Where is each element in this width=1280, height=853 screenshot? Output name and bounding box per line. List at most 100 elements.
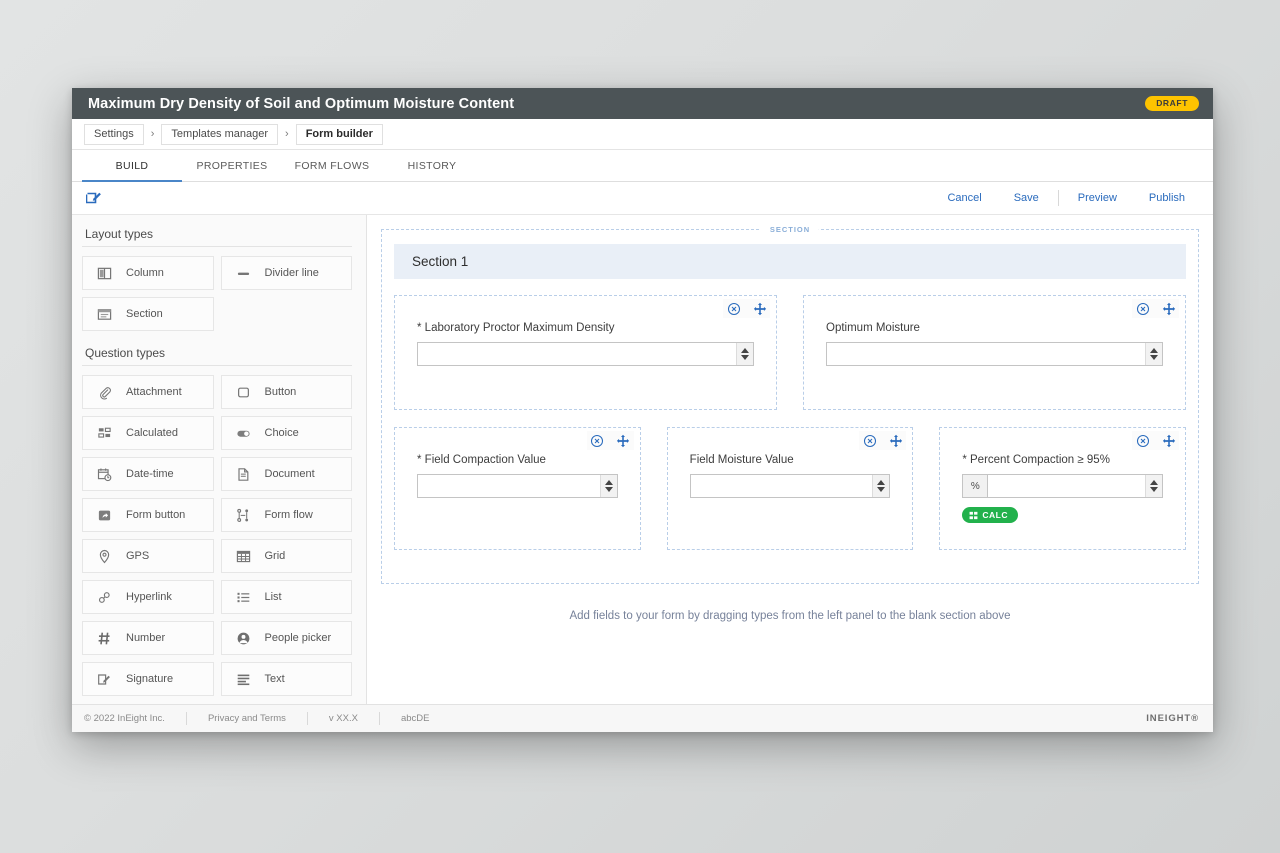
remove-circle-x-icon[interactable] [726,301,741,316]
save-button[interactable]: Save [998,192,1055,204]
number-spinner[interactable] [1145,343,1162,365]
palette-item-label: Calculated [126,427,178,439]
remove-circle-x-icon[interactable] [590,433,605,448]
remove-circle-x-icon[interactable] [1135,433,1150,448]
field-input[interactable] [690,475,873,497]
person-circle-icon [235,630,252,647]
field-input[interactable] [418,343,736,365]
drop-hint-text: Add fields to your form by dragging type… [569,609,1011,622]
publish-button[interactable]: Publish [1133,192,1201,204]
move-arrows-icon[interactable] [752,301,767,316]
spinner-up-icon[interactable] [604,480,613,485]
calc-badge[interactable]: CALC [962,507,1018,523]
field-input[interactable] [988,475,1146,497]
palette-item-label: Section [126,308,163,320]
edit-pencil-square-icon[interactable] [84,188,104,208]
palette-item-list[interactable]: List [220,580,352,614]
move-arrows-icon[interactable] [1161,433,1176,448]
form-section[interactable]: SECTION Section 1 * Laboratory Proctor M… [381,223,1199,584]
field-input-shell[interactable] [826,342,1163,366]
palette-item-label: Number [126,632,166,644]
field-input-shell[interactable] [417,342,754,366]
palette-item-section[interactable]: Section [82,297,214,331]
field-input-shell[interactable] [417,474,618,498]
preview-button[interactable]: Preview [1062,192,1133,204]
number-spinner[interactable] [872,475,890,497]
palette-item-button[interactable]: Button [220,375,352,409]
palette-item-label: Signature [126,673,174,685]
spinner-down-icon[interactable] [1150,487,1159,492]
palette-item-label: Button [264,386,297,398]
palette-item-document[interactable]: Document [220,457,352,491]
palette-item-signature[interactable]: Signature [82,662,214,696]
palette-item-number[interactable]: Number [82,621,214,655]
form-canvas[interactable]: SECTION Section 1 * Laboratory Proctor M… [367,215,1213,704]
tab-build[interactable]: BUILD [82,150,182,182]
move-arrows-icon[interactable] [888,433,903,448]
field-card-percent-compaction[interactable]: * Percent Compaction ≥ 95% % CALC [939,427,1187,550]
palette-item-gps[interactable]: GPS [82,539,214,573]
rounded-square-icon [235,384,252,401]
field-input-shell[interactable] [689,474,891,498]
spinner-down-icon[interactable] [1150,355,1158,360]
palette-item-label: Attachment [126,386,182,398]
field-input[interactable] [418,475,600,497]
field-input[interactable] [827,343,1145,365]
tab-properties[interactable]: PROPERTIES [182,150,282,181]
palette-item-form-button[interactable]: Form button [82,498,214,532]
palette-item-calculated[interactable]: Calculated [82,416,214,450]
footer-copyright: © 2022 InEight Inc. [84,713,165,724]
field-label: Field Moisture Value [689,454,794,466]
field-input-shell[interactable]: % [962,474,1164,498]
number-spinner[interactable] [1145,475,1163,497]
spinner-down-icon[interactable] [604,487,613,492]
remove-circle-x-icon[interactable] [1135,301,1150,316]
footer-brand-logo: INEIGHT® [1146,713,1199,724]
spinner-down-icon[interactable] [741,355,749,360]
breadcrumb-item-templates-manager[interactable]: Templates manager [161,123,279,145]
spinner-up-icon[interactable] [1150,348,1158,353]
move-arrows-icon[interactable] [1161,301,1176,316]
move-arrows-icon[interactable] [616,433,631,448]
field-card-field-compaction-value[interactable]: * Field Compaction Value [394,427,641,550]
spinner-up-icon[interactable] [877,480,886,485]
number-spinner[interactable] [736,343,753,365]
grid-table-icon [235,548,252,565]
palette-item-form-flow[interactable]: Form flow [220,498,352,532]
field-card-tools [859,431,907,450]
footer-privacy-link[interactable]: Privacy and Terms [187,713,307,724]
remove-circle-x-icon[interactable] [862,433,877,448]
spinner-up-icon[interactable] [741,348,749,353]
signature-pencil-icon [96,671,113,688]
cancel-button[interactable]: Cancel [931,192,997,204]
tab-history[interactable]: HISTORY [382,150,482,181]
palette-item-label: Hyperlink [126,591,172,603]
field-card-tools [1132,299,1179,318]
spinner-down-icon[interactable] [877,487,886,492]
palette-item-choice[interactable]: Choice [220,416,352,450]
field-card-tools [586,431,634,450]
link-chain-icon [96,589,113,606]
spinner-up-icon[interactable] [1150,480,1159,485]
palette-item-text[interactable]: Text [220,662,352,696]
palette-item-people-picker[interactable]: People picker [220,621,352,655]
section-title-bar[interactable]: Section 1 [394,244,1186,279]
field-card-optimum-moisture[interactable]: Optimum Moisture [803,295,1186,410]
palette-item-column[interactable]: Column [82,256,214,290]
breadcrumb-separator: › [285,127,289,140]
palette-item-label: Choice [264,427,299,439]
palette-item-grid[interactable]: Grid [220,539,352,573]
palette-item-attachment[interactable]: Attachment [82,375,214,409]
palette-item-hyperlink[interactable]: Hyperlink [82,580,214,614]
tab-form-flows[interactable]: FORM FLOWS [282,150,382,181]
field-card-field-moisture-value[interactable]: Field Moisture Value [666,427,914,550]
field-card-laboratory-proctor-maximum-density[interactable]: * Laboratory Proctor Maximum Density [394,295,777,410]
number-spinner[interactable] [599,475,617,497]
breadcrumb-item-form-builder[interactable]: Form builder [295,123,383,145]
palette-item-divider-line[interactable]: Divider line [220,256,352,290]
palette-item-date-time[interactable]: Date-time [82,457,214,491]
palette-item-label: Column [126,267,164,279]
palette-item-label: Document [264,468,315,480]
field-card-tools [1132,431,1180,450]
breadcrumb-item-settings[interactable]: Settings [84,123,144,145]
